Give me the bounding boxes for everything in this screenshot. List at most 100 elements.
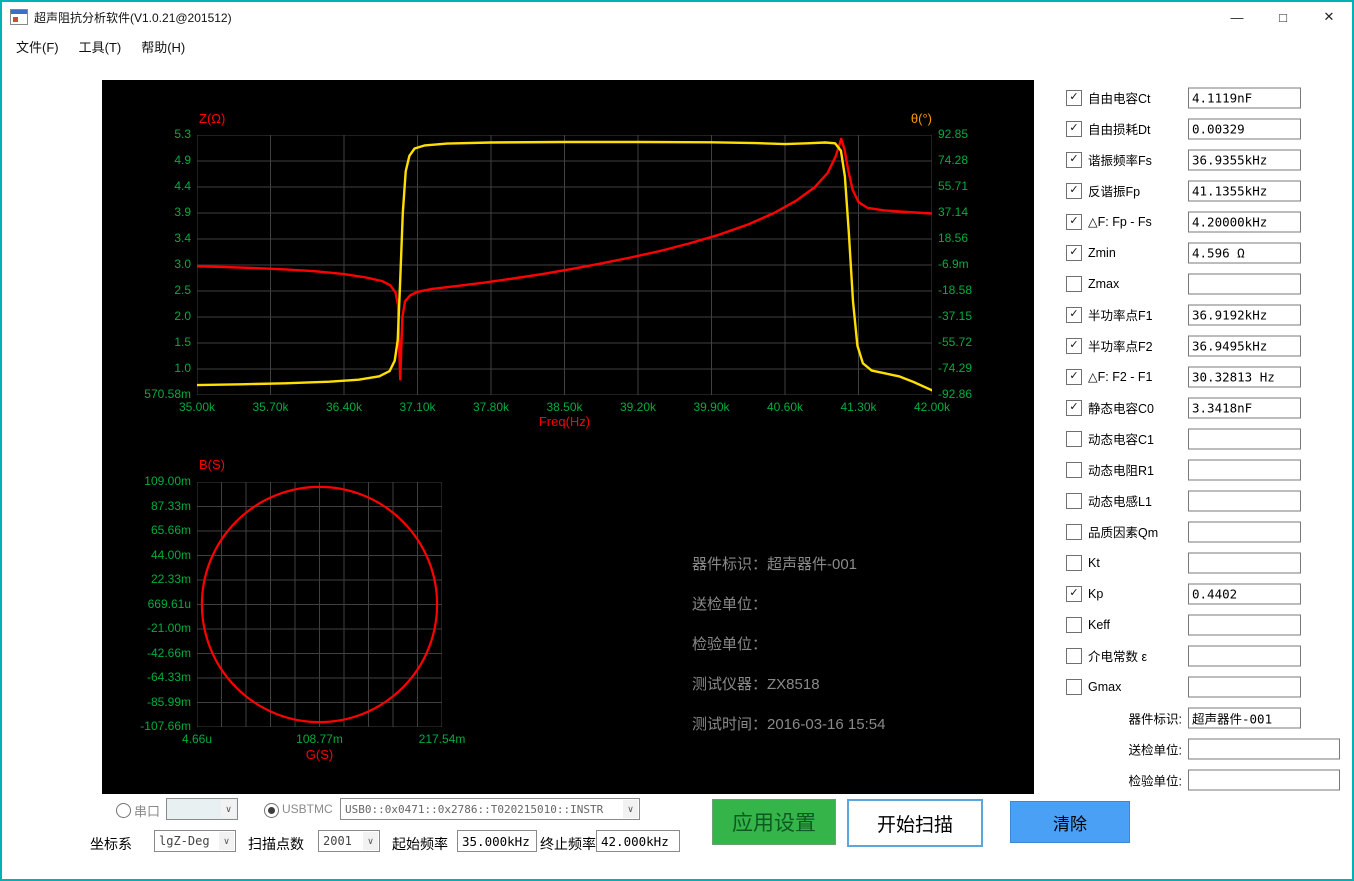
result-value-input-17[interactable] (1188, 614, 1301, 635)
usbtmc-address-value: USB0::0x0471::0x2786::T020215010::INSTR (345, 802, 604, 816)
serial-radio-label: 串口 (134, 804, 161, 819)
result-checkbox-6[interactable] (1066, 275, 1082, 292)
start-scan-button[interactable]: 开始扫描 (847, 799, 983, 847)
result-label: 自由损耗Dt (1088, 123, 1151, 137)
axis-tick-label: 44.00m (150, 547, 191, 562)
stop-freq-label: 终止频率 (540, 836, 596, 852)
result-value-input-5[interactable] (1188, 242, 1301, 263)
result-row-3: ✓ 反谐振Fp (1062, 175, 1352, 206)
result-value-input-6[interactable] (1188, 273, 1301, 294)
usbtmc-address-combo[interactable]: USB0::0x0471::0x2786::T020215010::INSTR … (340, 798, 640, 820)
result-value-input-3[interactable] (1188, 180, 1301, 201)
result-checkbox-7[interactable]: ✓ (1066, 306, 1082, 323)
result-label: 品质因素Qm (1088, 526, 1159, 540)
axis-tick-label: 570.58m (144, 387, 191, 401)
result-value-input-15[interactable] (1188, 552, 1301, 573)
result-checkbox-16[interactable]: ✓ (1066, 585, 1082, 602)
result-row-15: Kt (1062, 547, 1352, 578)
scan-points-combo[interactable]: 2001 ∨ (318, 830, 380, 852)
axis-tick-label: 37.10k (399, 400, 436, 414)
axis-tick-label: 108.77m (296, 732, 343, 746)
field-value-input-2[interactable] (1188, 769, 1340, 790)
result-label: 动态电感L1 (1088, 495, 1152, 509)
axis-tick-label: 39.20k (619, 400, 657, 414)
field-value-input-0[interactable] (1188, 707, 1301, 728)
axis-tick-label: 87.33m (150, 498, 191, 513)
axis-tick-label: -107.66m (140, 719, 191, 733)
result-checkbox-1[interactable]: ✓ (1066, 120, 1082, 137)
result-checkbox-9[interactable]: ✓ (1066, 368, 1082, 385)
field-row-0: 器件标识: (1062, 702, 1352, 733)
result-row-18: 介电常数 ε (1062, 640, 1352, 671)
chevron-down-icon: ∨ (623, 800, 638, 818)
result-value-input-10[interactable] (1188, 397, 1301, 418)
result-checkbox-19[interactable] (1066, 678, 1082, 695)
axis-tick-label: 35.00k (178, 400, 216, 414)
maximize-button[interactable]: □ (1260, 2, 1306, 32)
scan-points-value: 2001 (323, 834, 352, 848)
axis-tick-label: -21.00m (146, 621, 191, 635)
result-label: Kt (1088, 555, 1100, 570)
usbtmc-radio[interactable] (264, 803, 279, 818)
result-checkbox-14[interactable] (1066, 523, 1082, 540)
result-value-input-18[interactable] (1188, 645, 1301, 666)
result-checkbox-2[interactable]: ✓ (1066, 151, 1082, 168)
result-value-input-2[interactable] (1188, 149, 1301, 170)
clear-button[interactable]: 清除 (1010, 801, 1130, 843)
serial-radio[interactable] (116, 803, 131, 818)
menu-file[interactable]: 文件(F) (6, 32, 69, 61)
result-label: Keff (1088, 617, 1111, 632)
result-value-input-13[interactable] (1188, 490, 1301, 511)
axis-tick-label: 3.0 (174, 257, 191, 271)
result-checkbox-13[interactable] (1066, 492, 1082, 509)
axis-tick-label: 4.66u (181, 732, 213, 746)
info-device-id: 器件标识：超声器件-001 (692, 556, 858, 573)
axis-tick-label: 109.00m (144, 474, 191, 488)
result-value-input-8[interactable] (1188, 335, 1301, 356)
result-checkbox-12[interactable] (1066, 461, 1082, 478)
result-checkbox-10[interactable]: ✓ (1066, 399, 1082, 416)
axis-tick-label: 1.0 (174, 361, 191, 375)
axis-tick-label: 669.61u (147, 596, 191, 611)
result-checkbox-3[interactable]: ✓ (1066, 182, 1082, 199)
axis-tick-label: 65.66m (150, 523, 191, 537)
result-checkbox-18[interactable] (1066, 647, 1082, 664)
result-value-input-16[interactable] (1188, 583, 1301, 604)
start-freq-label: 起始频率 (392, 836, 448, 852)
field-label: 送检单位: (1128, 743, 1182, 757)
window-title: 超声阻抗分析软件(V1.0.21@201512) (34, 10, 232, 25)
result-checkbox-8[interactable]: ✓ (1066, 337, 1082, 354)
minimize-button[interactable]: — (1214, 2, 1260, 32)
result-value-input-11[interactable] (1188, 428, 1301, 449)
result-value-input-4[interactable] (1188, 211, 1301, 232)
axis-tick-label: 74.28 (938, 153, 969, 167)
field-value-input-1[interactable] (1188, 738, 1340, 759)
axis-tick-label: 42.00k (913, 400, 951, 414)
axis-tick-label: 41.30k (840, 400, 877, 414)
result-value-input-14[interactable] (1188, 521, 1301, 542)
coord-system-combo[interactable]: lgZ-Deg ∨ (154, 830, 236, 852)
result-value-input-0[interactable] (1188, 87, 1301, 108)
result-checkbox-15[interactable] (1066, 554, 1082, 571)
stop-freq-input[interactable] (596, 830, 680, 852)
result-value-input-12[interactable] (1188, 459, 1301, 480)
result-checkbox-5[interactable]: ✓ (1066, 244, 1082, 261)
result-value-input-9[interactable] (1188, 366, 1301, 387)
menu-tools[interactable]: 工具(T) (69, 32, 132, 61)
menu-help[interactable]: 帮助(H) (131, 32, 195, 61)
apply-settings-button[interactable]: 应用设置 (712, 799, 836, 845)
result-checkbox-0[interactable]: ✓ (1066, 89, 1082, 106)
result-value-input-7[interactable] (1188, 304, 1301, 325)
result-row-4: ✓ △F: Fp - Fs (1062, 206, 1352, 237)
result-label: 动态电阻R1 (1088, 464, 1154, 478)
result-value-input-1[interactable] (1188, 118, 1301, 139)
result-checkbox-11[interactable] (1066, 430, 1082, 447)
serial-port-combo[interactable]: ∨ (166, 798, 238, 820)
result-value-input-19[interactable] (1188, 676, 1301, 697)
close-button[interactable]: ✕ (1306, 2, 1352, 32)
result-checkbox-4[interactable]: ✓ (1066, 213, 1082, 230)
axis-tick-label: 22.33m (150, 572, 191, 586)
start-freq-input[interactable] (457, 830, 537, 852)
axis-tick-label: 1.5 (174, 335, 191, 349)
result-checkbox-17[interactable] (1066, 616, 1082, 633)
